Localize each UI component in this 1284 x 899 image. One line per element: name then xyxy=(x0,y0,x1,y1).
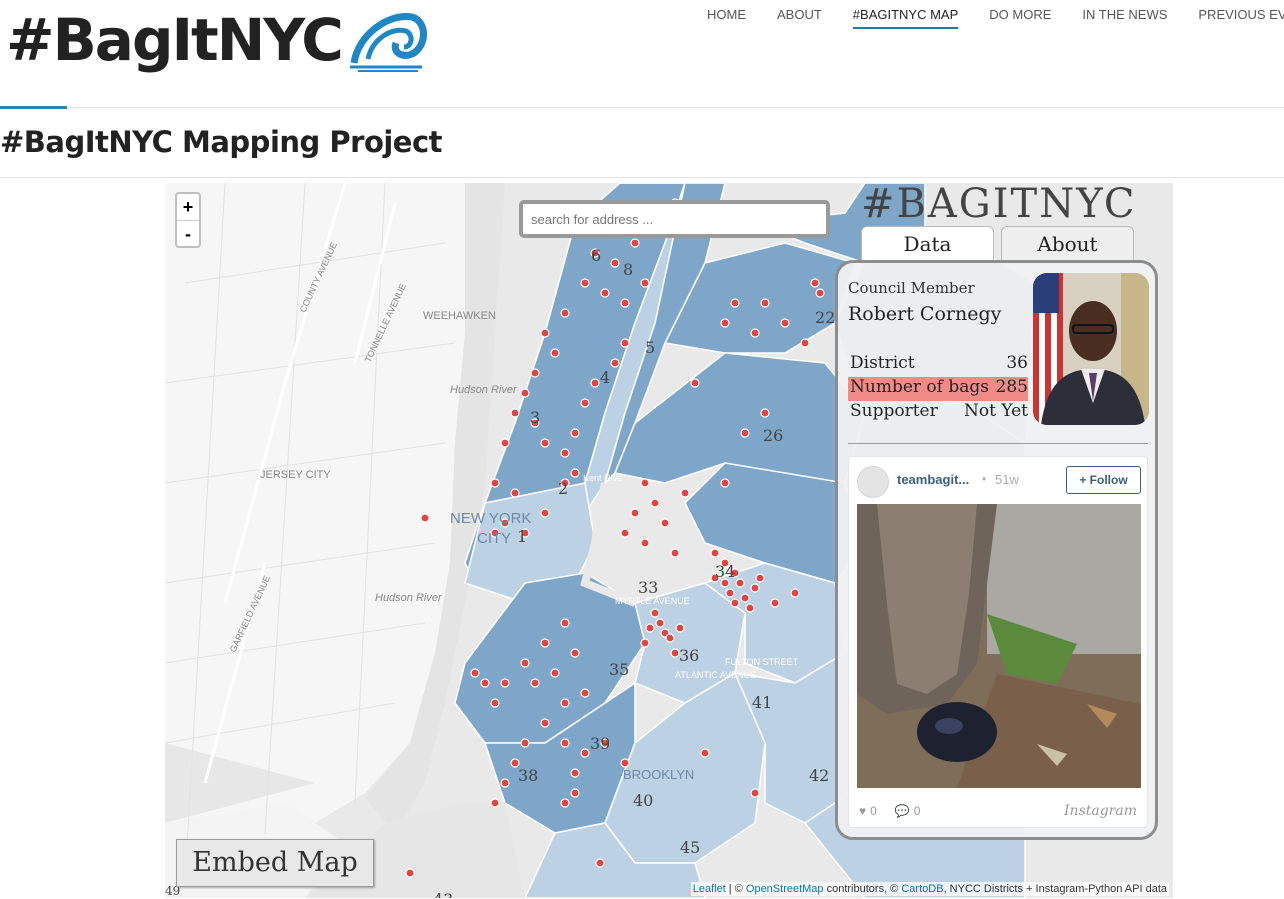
place-label: FULTON STREET xyxy=(725,657,799,667)
instagram-brand[interactable]: Instagram xyxy=(1064,803,1137,819)
district-key: District xyxy=(850,353,915,373)
instagram-avatar[interactable] xyxy=(857,466,889,498)
comments-count: 0 xyxy=(913,804,921,818)
map-attribution: Leaflet | © OpenStreetMap contributors, … xyxy=(690,882,1169,896)
district-label: 45 xyxy=(680,838,700,857)
district-label: 5 xyxy=(645,338,655,357)
instagram-post-age: 51w xyxy=(995,472,1019,487)
map-container[interactable]: 6 8 22 5 4 3 26 2 1 33 34 36 35 41 39 38… xyxy=(165,183,1173,898)
council-member-name: Robert Cornegy xyxy=(848,303,1002,325)
bags-key: Number of bags xyxy=(850,377,989,397)
nav-bagitnyc-map[interactable]: #BAGITNYC MAP xyxy=(852,7,959,29)
place-label: CITY xyxy=(477,530,511,547)
district-label: 4 xyxy=(600,368,610,387)
place-label: JERSEY CITY xyxy=(260,469,331,481)
bags-row: Number of bags 285 xyxy=(848,377,1028,401)
supporter-row: Supporter Not Yet xyxy=(848,401,1028,425)
district-label: 43 xyxy=(433,890,453,898)
address-search-box xyxy=(519,200,830,238)
page-title: #BagItNYC Mapping Project xyxy=(0,125,443,159)
district-label: 1 xyxy=(517,527,527,546)
place-label: WEEHAWKEN xyxy=(423,310,496,322)
place-label: Hudson River xyxy=(450,384,518,396)
cartodb-link[interactable]: CartoDB xyxy=(901,883,943,895)
tab-about[interactable]: About xyxy=(1001,226,1134,260)
district-label: 40 xyxy=(633,791,653,810)
instagram-separator: • xyxy=(982,472,987,486)
district-info-panel: Council Member Robert Cornegy District 3… xyxy=(835,260,1158,840)
panel-divider xyxy=(848,443,1148,444)
nav-in-the-news[interactable]: IN THE NEWS xyxy=(1082,7,1167,29)
instagram-embed: teambagit... • 51w + Follow ♥ 0 💬 0 Inst… xyxy=(848,456,1148,828)
place-label: Kent Rive xyxy=(583,473,622,483)
header-accent-bar xyxy=(0,106,67,109)
instagram-username[interactable]: teambagit... xyxy=(897,472,969,487)
district-label: 42 xyxy=(809,766,829,785)
district-label: 3 xyxy=(530,408,540,427)
openstreetmap-link[interactable]: OpenStreetMap xyxy=(746,883,824,895)
nav-previous-events[interactable]: PREVIOUS EV xyxy=(1198,7,1284,29)
panel-title: #BAGITNYC xyxy=(861,183,1137,227)
comment-icon[interactable]: 💬 xyxy=(895,804,910,818)
supporter-key: Supporter xyxy=(850,401,938,421)
district-label: 35 xyxy=(609,660,629,679)
instagram-post-photo[interactable] xyxy=(857,504,1141,788)
site-logo[interactable]: #BagItNYC xyxy=(6,2,428,78)
council-member-photo xyxy=(1033,273,1149,425)
district-label: 39 xyxy=(590,734,610,753)
title-divider xyxy=(0,177,1284,178)
district-label: 36 xyxy=(679,646,699,665)
nav-do-more[interactable]: DO MORE xyxy=(989,7,1051,29)
place-label: Hudson River xyxy=(375,592,443,604)
instagram-follow-button[interactable]: + Follow xyxy=(1066,466,1141,494)
wave-logo-icon xyxy=(349,13,427,72)
place-label: NEW YORK xyxy=(450,510,531,527)
leaflet-link[interactable]: Leaflet xyxy=(693,883,726,895)
district-label: 8 xyxy=(623,260,633,279)
zoom-out-button[interactable]: - xyxy=(177,220,199,246)
district-label: 22 xyxy=(815,308,835,327)
header-divider xyxy=(0,107,1284,108)
district-label: 2 xyxy=(558,479,568,498)
place-label: BROOKLYN xyxy=(623,767,694,782)
nav-about[interactable]: ABOUT xyxy=(777,7,822,29)
embed-map-button[interactable]: Embed Map xyxy=(176,839,374,887)
place-label: ATLANTIC AVENUE xyxy=(675,670,756,680)
nav-home[interactable]: HOME xyxy=(707,7,746,29)
district-label: 38 xyxy=(518,766,538,785)
attribution-text: , NYCC Districts + Instagram-Python API … xyxy=(943,883,1167,895)
logo-text: #BagItNYC xyxy=(6,6,344,74)
address-search-input[interactable] xyxy=(523,204,826,234)
instagram-stats: ♥ 0 💬 0 xyxy=(859,804,924,818)
district-value: 36 xyxy=(1006,353,1028,373)
site-header: #BagItNYC HOME ABOUT #BAGITNYC MAP DO MO… xyxy=(0,0,1284,108)
bags-value: 285 xyxy=(995,377,1028,397)
tab-data[interactable]: Data xyxy=(861,226,994,260)
zoom-control: + - xyxy=(175,192,201,248)
district-label: 34 xyxy=(715,562,735,581)
likes-count: 0 xyxy=(870,804,877,818)
council-member-label: Council Member xyxy=(848,279,975,297)
district-row: District 36 xyxy=(848,353,1028,377)
attribution-text: | © xyxy=(725,883,746,895)
district-label: 41 xyxy=(752,693,772,712)
district-label: 33 xyxy=(638,578,658,597)
main-nav: HOME ABOUT #BAGITNYC MAP DO MORE IN THE … xyxy=(707,7,1284,29)
zoom-in-button[interactable]: + xyxy=(177,194,199,220)
supporter-value: Not Yet xyxy=(964,401,1028,421)
district-label: 6 xyxy=(591,246,601,265)
attribution-text: contributors, © xyxy=(823,883,902,895)
heart-icon[interactable]: ♥ xyxy=(859,804,866,818)
place-label: MYRTLE AVENUE xyxy=(615,596,690,606)
district-label: 26 xyxy=(763,426,783,445)
